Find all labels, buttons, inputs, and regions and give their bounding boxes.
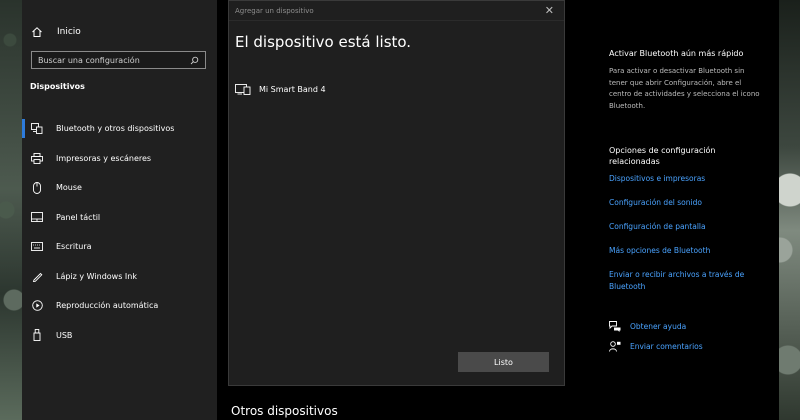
get-help-label: Obtener ayuda [630,322,687,331]
nav-home[interactable]: Inicio [30,23,81,41]
sidebar-item-bluetooth[interactable]: Bluetooth y otros dispositivos [22,114,217,144]
sidebar-section-title: Dispositivos [30,82,85,91]
sidebar-item-label: Panel táctil [56,212,101,222]
link-send-receive-files[interactable]: Enviar o recibir archivos a través de Bl… [609,269,764,292]
search-input[interactable]: Buscar una configuración [31,51,206,69]
bluetooth-tip-title: Activar Bluetooth aún más rápido [609,49,744,58]
send-feedback-label: Enviar comentarios [630,342,703,351]
bluetooth-tip-description: Para activar o desactivar Bluetooth sin … [609,67,760,110]
autoplay-icon [30,300,44,312]
dialog-titlebar: Agregar un dispositivo ✕ [229,1,564,21]
sidebar-nav-list: Bluetooth y otros dispositivos Impresora… [22,114,217,350]
printer-icon [30,152,44,164]
feedback-person-icon [609,341,621,352]
sidebar-item-label: Bluetooth y otros dispositivos [56,124,175,134]
sidebar-item-pen[interactable]: Lápiz y Windows Ink [22,262,217,292]
help-chat-icon [609,321,621,332]
sidebar-item-touchpad[interactable]: Panel táctil [22,203,217,233]
link-sound-settings[interactable]: Configuración del sonido [609,197,764,209]
sidebar-item-label: Impresoras y escáneres [56,153,152,163]
paired-device-item: Mi Smart Band 4 [235,83,326,95]
touchpad-icon [30,212,44,223]
sidebar-item-label: Mouse [56,183,82,193]
dialog-heading: El dispositivo está listo. [235,33,412,51]
link-display-settings[interactable]: Configuración de pantalla [609,221,764,233]
sidebar-item-label: Lápiz y Windows Ink [56,271,137,281]
settings-window: Inicio Buscar una configuración Disposit… [22,0,779,420]
pen-icon [30,271,44,282]
get-help-link[interactable]: Obtener ayuda [609,321,686,332]
device-name: Mi Smart Band 4 [259,84,326,94]
sidebar-item-label: USB [56,330,73,340]
sidebar-item-mouse[interactable]: Mouse [22,173,217,203]
mouse-icon [30,181,44,194]
home-icon [30,26,44,38]
done-button[interactable]: Listo [458,352,549,372]
search-icon [190,56,199,65]
desktop-wallpaper-left [0,0,22,420]
dialog-title: Agregar un dispositivo [235,6,314,15]
link-devices-printers[interactable]: Dispositivos e impresoras [609,173,764,185]
search-placeholder: Buscar una configuración [38,55,140,65]
device-icon [235,83,251,95]
other-devices-heading: Otros dispositivos [231,404,338,418]
nav-home-label: Inicio [57,27,81,37]
keyboard-icon [30,242,44,252]
link-more-bluetooth-options[interactable]: Más opciones de Bluetooth [609,245,764,257]
sidebar: Inicio Buscar una configuración Disposit… [22,0,217,420]
close-icon[interactable]: ✕ [545,4,554,17]
sidebar-item-usb[interactable]: USB [22,321,217,351]
usb-icon [30,329,44,342]
send-feedback-link[interactable]: Enviar comentarios [609,341,703,352]
sidebar-item-typing[interactable]: Escritura [22,232,217,262]
add-device-dialog: Agregar un dispositivo ✕ El dispositivo … [228,0,565,386]
sidebar-item-autoplay[interactable]: Reproducción automática [22,291,217,321]
right-info-pane: Activar Bluetooth aún más rápido Para ac… [609,0,779,420]
sidebar-item-label: Reproducción automática [56,301,159,311]
sidebar-item-printers[interactable]: Impresoras y escáneres [22,144,217,174]
sidebar-item-label: Escritura [56,242,92,252]
bluetooth-devices-icon [30,123,44,135]
related-settings-title: Opciones de configuración relacionadas [609,146,716,166]
